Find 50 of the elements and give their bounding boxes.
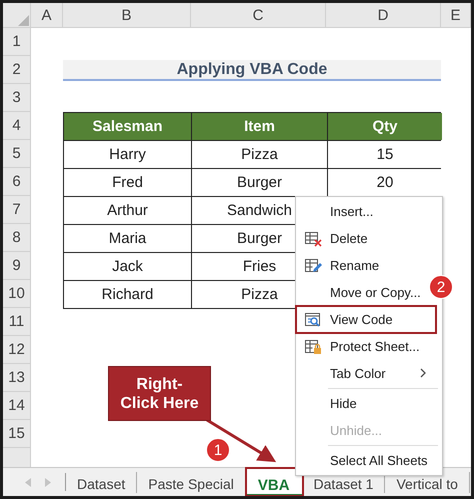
step-badge: 2 [429, 275, 453, 299]
row-header[interactable]: 6 [3, 168, 31, 196]
row-header[interactable]: 2 [3, 56, 31, 84]
menu-item[interactable]: View Code [296, 306, 436, 333]
table-cell: 15 [328, 141, 442, 168]
pointer-arrow [206, 418, 276, 462]
column-header[interactable]: E [441, 3, 471, 28]
table-cell: Fred [64, 169, 191, 196]
row-header[interactable]: 13 [3, 364, 31, 392]
row-header[interactable]: 9 [3, 252, 31, 280]
row-header[interactable]: 15 [3, 420, 31, 448]
row-header[interactable]: 11 [3, 308, 31, 336]
protect-sheet-icon [304, 338, 322, 354]
table-cell: Burger [192, 169, 327, 196]
row-header[interactable]: 12 [3, 336, 31, 364]
table-cell: Harry [64, 141, 191, 168]
menu-item[interactable]: Tab Color [298, 360, 438, 387]
table-header-cell: Salesman [64, 113, 191, 140]
sheet-title: Applying VBA Code [63, 60, 441, 81]
row-header[interactable]: 10 [3, 280, 31, 308]
scroll-left-icon[interactable] [25, 478, 31, 487]
row-header[interactable]: 4 [3, 112, 31, 140]
sheet-tab[interactable]: Dataset [66, 472, 138, 493]
menu-item[interactable]: Protect Sheet... [298, 333, 420, 360]
row-header[interactable]: 3 [3, 84, 31, 112]
column-header[interactable]: D [326, 3, 441, 28]
callout-label: Right-Click Here [108, 366, 211, 421]
view-code-icon [304, 312, 322, 328]
table-cell: Maria [64, 225, 191, 252]
delete-icon [304, 230, 322, 246]
table-cell: Richard [64, 281, 191, 308]
row-header[interactable]: 8 [3, 224, 31, 252]
scroll-right-icon[interactable] [45, 478, 51, 487]
table-cell: Arthur [64, 197, 191, 224]
row-header[interactable]: 1 [3, 28, 31, 56]
row-header[interactable]: 14 [3, 392, 31, 420]
column-header[interactable]: C [191, 3, 326, 28]
table-header-cell: Qty [328, 113, 442, 140]
column-header[interactable]: A [31, 3, 63, 28]
table-header-cell: Item [192, 113, 327, 140]
step-badge: 1 [206, 438, 230, 462]
row-header[interactable]: 5 [3, 140, 31, 168]
table-cell: Pizza [192, 141, 327, 168]
table-cell: Jack [64, 253, 191, 280]
rename-icon [304, 258, 322, 274]
row-header[interactable]: 7 [3, 196, 31, 224]
menu-item[interactable]: Hide [298, 390, 357, 417]
table-cell: 20 [328, 169, 442, 196]
sheet-tab[interactable]: VBA [246, 468, 303, 496]
column-header[interactable]: B [63, 3, 191, 28]
